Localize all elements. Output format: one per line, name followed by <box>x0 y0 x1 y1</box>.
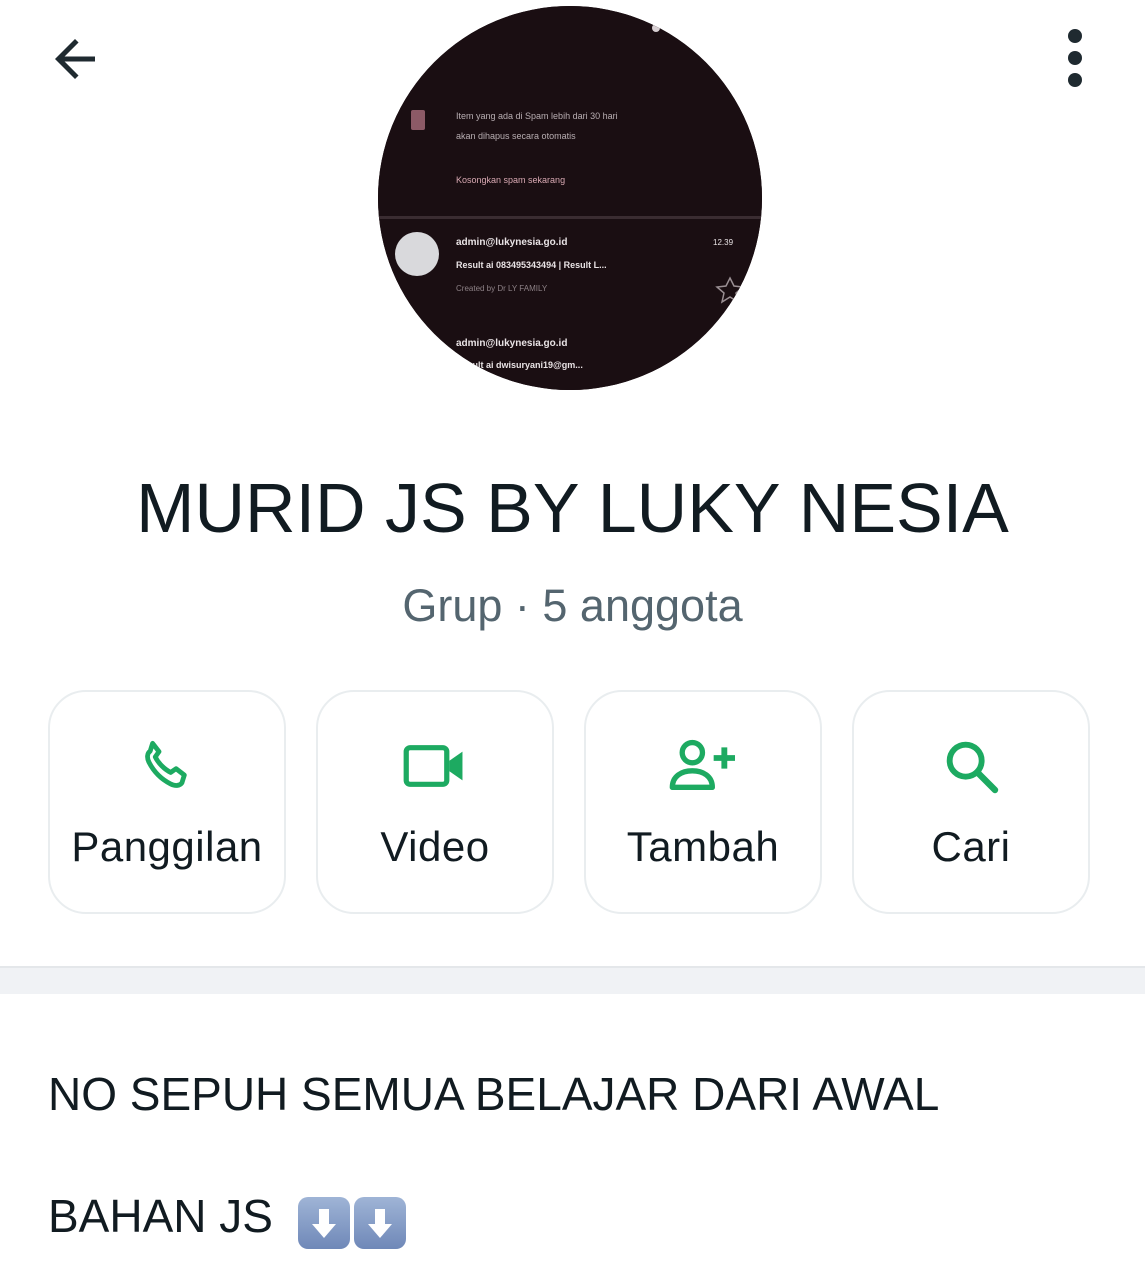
avatar-image: Item yang ada di Spam lebih dari 30 hari… <box>378 6 762 390</box>
svg-text:admin@lukynesia.go.id: admin@lukynesia.go.id <box>456 338 567 349</box>
description-text: BAHAN JS <box>48 1190 273 1242</box>
group-description-line-2: BAHAN JS <box>48 1188 410 1249</box>
back-button[interactable] <box>40 24 110 94</box>
svg-text:Created by Dr LY FAMILY: Created by Dr LY FAMILY <box>456 284 548 293</box>
search-label: Cari <box>931 823 1011 870</box>
svg-text:Result ai dwisuryani19@gm...: Result ai dwisuryani19@gm... <box>456 360 583 370</box>
svg-text:12.39: 12.39 <box>713 238 734 247</box>
videocam-icon <box>403 745 463 787</box>
svg-text:akan dihapus secara otomatis: akan dihapus secara otomatis <box>456 131 576 141</box>
svg-text:Item yang ada di Spam lebih da: Item yang ada di Spam lebih dari 30 hari <box>456 111 618 121</box>
more-vert-icon <box>1068 29 1082 87</box>
more-options-button[interactable] <box>1045 24 1105 94</box>
search-button[interactable]: Cari <box>852 690 1090 914</box>
group-avatar[interactable]: Item yang ada di Spam lebih dari 30 hari… <box>378 6 762 390</box>
person-add-icon <box>669 739 735 790</box>
search-icon <box>946 741 999 794</box>
video-button[interactable]: Video <box>316 690 554 914</box>
group-description-line-1: NO SEPUH SEMUA BELAJAR DARI AWAL <box>48 1068 940 1120</box>
call-button[interactable]: Panggilan <box>48 690 286 914</box>
video-label: Video <box>380 823 490 870</box>
svg-text:Result ai 083495343494 | Resul: Result ai 083495343494 | Result L... <box>456 260 607 270</box>
add-member-label: Tambah <box>626 823 780 870</box>
group-name: MURID JS BY LUKY NESIA <box>136 469 1009 547</box>
add-member-button[interactable]: Tambah <box>584 690 822 914</box>
down-arrow-icon <box>297 1196 350 1249</box>
down-arrow-icon <box>353 1196 406 1249</box>
down-arrow-emoji <box>297 1191 410 1249</box>
action-buttons: Panggilan Video Tambah Cari <box>48 690 1094 916</box>
phone-icon <box>145 740 187 788</box>
section-divider <box>0 966 1145 994</box>
call-label: Panggilan <box>71 823 263 870</box>
svg-text:Kosongkan spam sekarang: Kosongkan spam sekarang <box>456 175 565 185</box>
group-member-count: Grup · 5 anggota <box>402 580 743 631</box>
arrow-left-icon <box>55 39 95 79</box>
svg-text:admin@lukynesia.go.id: admin@lukynesia.go.id <box>456 237 567 248</box>
